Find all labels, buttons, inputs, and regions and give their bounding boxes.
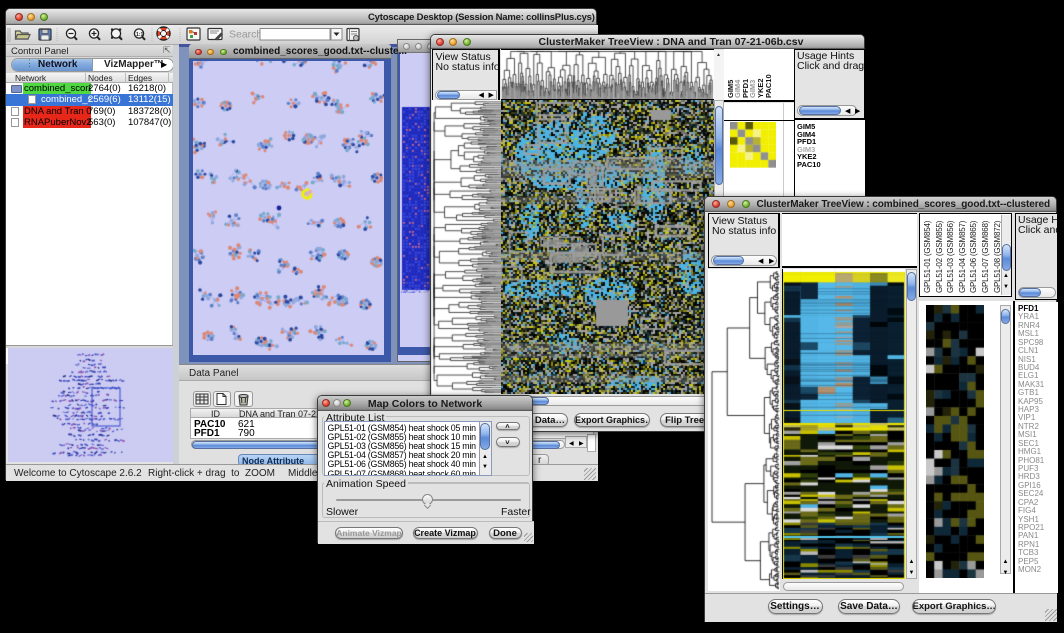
svg-text:1:1: 1:1 bbox=[136, 32, 143, 38]
